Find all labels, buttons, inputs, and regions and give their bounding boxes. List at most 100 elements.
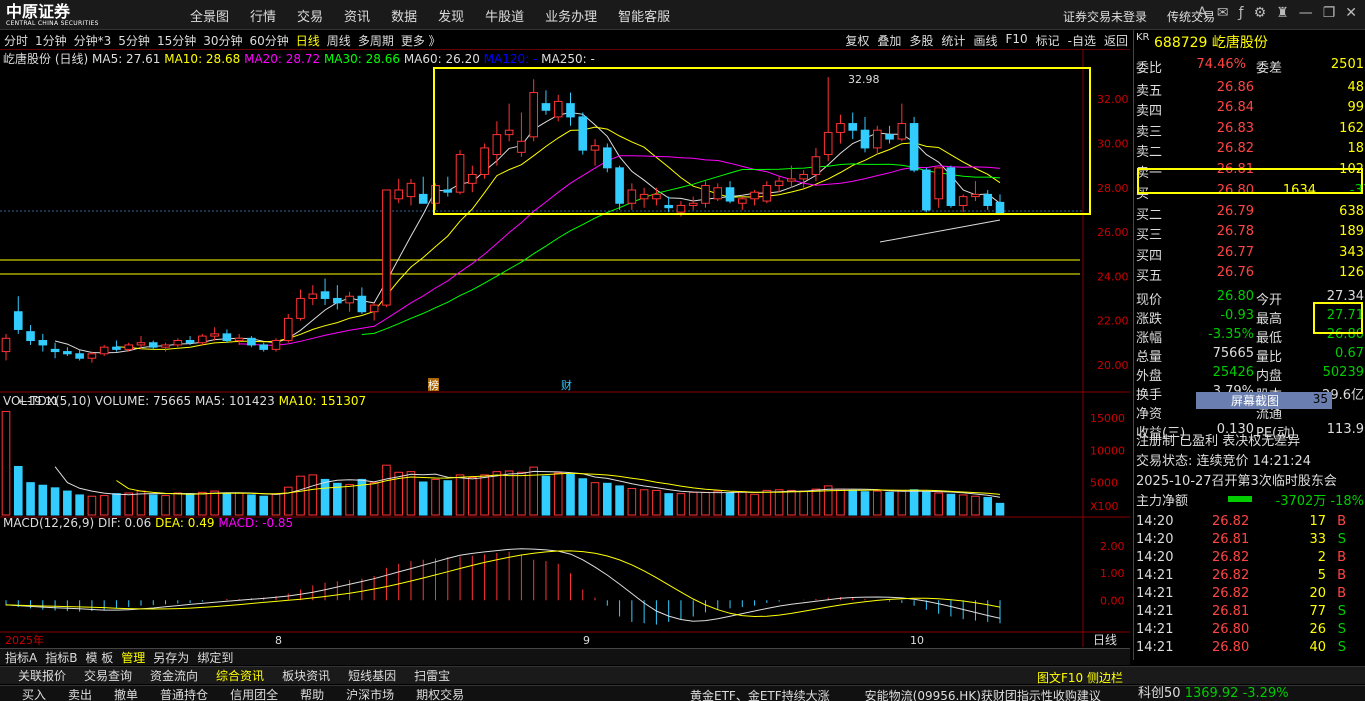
period-tab[interactable]: 30分钟 (203, 32, 242, 49)
candle-body (234, 337, 244, 342)
news-ticker[interactable]: 黄金ETF、金ETF持续大涨 安能物流(09956.HK)获财团指示性收购建议 (690, 687, 1136, 701)
nav-item[interactable]: 交易 (297, 6, 323, 25)
fx-icon[interactable]: ƒ (1239, 5, 1244, 21)
info-menu-item[interactable]: 关联报价 (18, 669, 66, 683)
info-menu-item[interactable]: 短线基因 (348, 669, 396, 683)
status-action[interactable]: 普通持仓 (160, 688, 208, 701)
screenshot-popup[interactable]: 屏幕截图 35 (1196, 392, 1332, 409)
period-tab[interactable]: 多周期 (358, 32, 394, 49)
period-tab[interactable]: 15分钟 (157, 32, 196, 49)
volume-bar (995, 502, 1005, 516)
news-item[interactable]: 安能物流(09956.HK)获财团指示性收购建议 (865, 689, 1101, 701)
row-value: -0.93 (1220, 307, 1254, 323)
bid-row: 买四 26.77 343 (1134, 245, 1365, 264)
nav-item[interactable]: 发现 (438, 6, 464, 25)
volume-bar (210, 490, 219, 516)
nav-item[interactable]: 业务办理 (545, 6, 597, 25)
indicator-tab[interactable]: 另存为 (153, 651, 189, 665)
indicator-tab[interactable]: 绑定到 (197, 651, 233, 665)
top-link[interactable]: 证券交易未登录 (1063, 8, 1147, 25)
status-action[interactable]: 卖出 (68, 688, 92, 701)
row-label: 内盘 (1256, 368, 1283, 384)
volume-bar (750, 493, 759, 516)
period-tab[interactable]: 更多 》 (401, 32, 441, 49)
news-item[interactable]: 黄金ETF、金ETF持续大涨 (690, 689, 830, 701)
row-label: 最低 (1256, 330, 1283, 346)
indicator-tab[interactable]: 模 板 (85, 651, 113, 665)
row-value: 25426 (1212, 364, 1254, 380)
candle-body (75, 353, 84, 359)
nav-item[interactable]: 牛股道 (485, 6, 524, 25)
status-action[interactable]: 帮助 (300, 688, 324, 701)
status-action[interactable]: 买入 (22, 688, 46, 701)
indicator-tab[interactable]: 指标B (45, 651, 77, 665)
candle-body (259, 344, 269, 350)
restore-icon[interactable]: ❐ (1323, 5, 1336, 21)
status-action[interactable]: 信用团全 (230, 688, 278, 701)
period-tab[interactable]: 1分钟 (35, 32, 67, 49)
volume-bar (688, 491, 698, 516)
volume-bar (615, 485, 624, 516)
stat-row: 总量 75665 量比 0.67 (1134, 346, 1365, 365)
tool-button[interactable]: 画线 (973, 32, 997, 49)
info-menu-item[interactable]: 板块资讯 (282, 669, 330, 683)
indicator-tab[interactable]: 管理 (121, 651, 145, 665)
volume-bar (136, 490, 146, 516)
period-tab[interactable]: 日线 (296, 32, 320, 49)
minimize-icon[interactable]: — (1299, 5, 1313, 21)
kline-chart[interactable]: 屹唐股份 (日线) MA5: 27.61 MA10: 28.68 MA20: 2… (0, 50, 1130, 647)
volume-bar (418, 481, 428, 516)
info-menu-item[interactable]: 资金流向 (150, 669, 198, 683)
period-tab[interactable]: 分时 (4, 32, 28, 49)
volume-bar (578, 478, 588, 516)
sidebar-toggle[interactable]: 图文F10 侧边栏 (1037, 669, 1123, 686)
index-quote[interactable]: 科创50 1369.92 -3.29% (1138, 682, 1289, 701)
period-toolbar: 分时 1分钟 分钟*3 5分钟 15分钟 30分钟 60分钟 日线 周线 多周期 更多 》 复权 叠加… (0, 30, 1130, 50)
period-tab[interactable]: 5分钟 (118, 32, 150, 49)
tick-price: 26.82 (1212, 586, 1250, 601)
volume-bar (909, 489, 919, 516)
candle-body (909, 123, 919, 171)
tool-button[interactable]: 复权 (845, 32, 869, 49)
nav-item[interactable]: 资讯 (344, 6, 370, 25)
font-size-icon[interactable]: A (1197, 5, 1207, 21)
gear-icon[interactable]: ⚙ (1254, 5, 1267, 21)
tool-button[interactable]: 标记 (1036, 32, 1060, 49)
info-menu-item[interactable]: 综合资讯 (216, 669, 264, 683)
info-menu-item[interactable]: 扫雷宝 (414, 669, 450, 683)
status-action[interactable]: 沪深市场 (346, 688, 394, 701)
tick-volume: 20 (1309, 586, 1326, 601)
row-value: 26.82 (1216, 141, 1254, 156)
price-tick: 32.00 (1097, 93, 1129, 106)
nav-item[interactable]: 行情 (250, 6, 276, 25)
status-action[interactable]: 期权交易 (416, 688, 464, 701)
tool-button[interactable]: F10 (1005, 32, 1027, 49)
shirt-icon[interactable]: ♜ (1276, 5, 1289, 21)
nav-item[interactable]: 全景图 (190, 6, 229, 25)
bid-row: 买三 26.78 189 (1134, 224, 1365, 243)
candle-body (271, 340, 281, 350)
info-menu-item[interactable]: 交易查询 (84, 669, 132, 683)
period-tab[interactable]: 周线 (327, 32, 351, 49)
tick-side: S (1337, 604, 1346, 619)
candle-body (124, 344, 134, 350)
candle-body (541, 103, 551, 111)
row-label: 买二 (1136, 207, 1163, 223)
ma-line (54, 466, 1001, 498)
tool-button[interactable]: -自选 (1068, 32, 1096, 49)
tool-button[interactable]: 叠加 (877, 32, 901, 49)
volume-bar (811, 488, 821, 516)
indicator-tab[interactable]: 指标A (5, 651, 37, 665)
period-tab[interactable]: 分钟*3 (74, 32, 112, 49)
volume-tick: X100 (1090, 500, 1119, 513)
tool-button[interactable]: 统计 (941, 32, 965, 49)
nav-item[interactable]: 智能客服 (618, 6, 670, 25)
legend-item: MA250: - (541, 52, 595, 66)
close-icon[interactable]: ✕ (1345, 5, 1357, 21)
tool-button[interactable]: 多股 (909, 32, 933, 49)
nav-item[interactable]: 数据 (391, 6, 417, 25)
status-action[interactable]: 撤单 (114, 688, 138, 701)
tool-button[interactable]: 返回 (1104, 32, 1128, 49)
mail-icon[interactable]: ✉ (1217, 5, 1229, 21)
period-tab[interactable]: 60分钟 (250, 32, 289, 49)
